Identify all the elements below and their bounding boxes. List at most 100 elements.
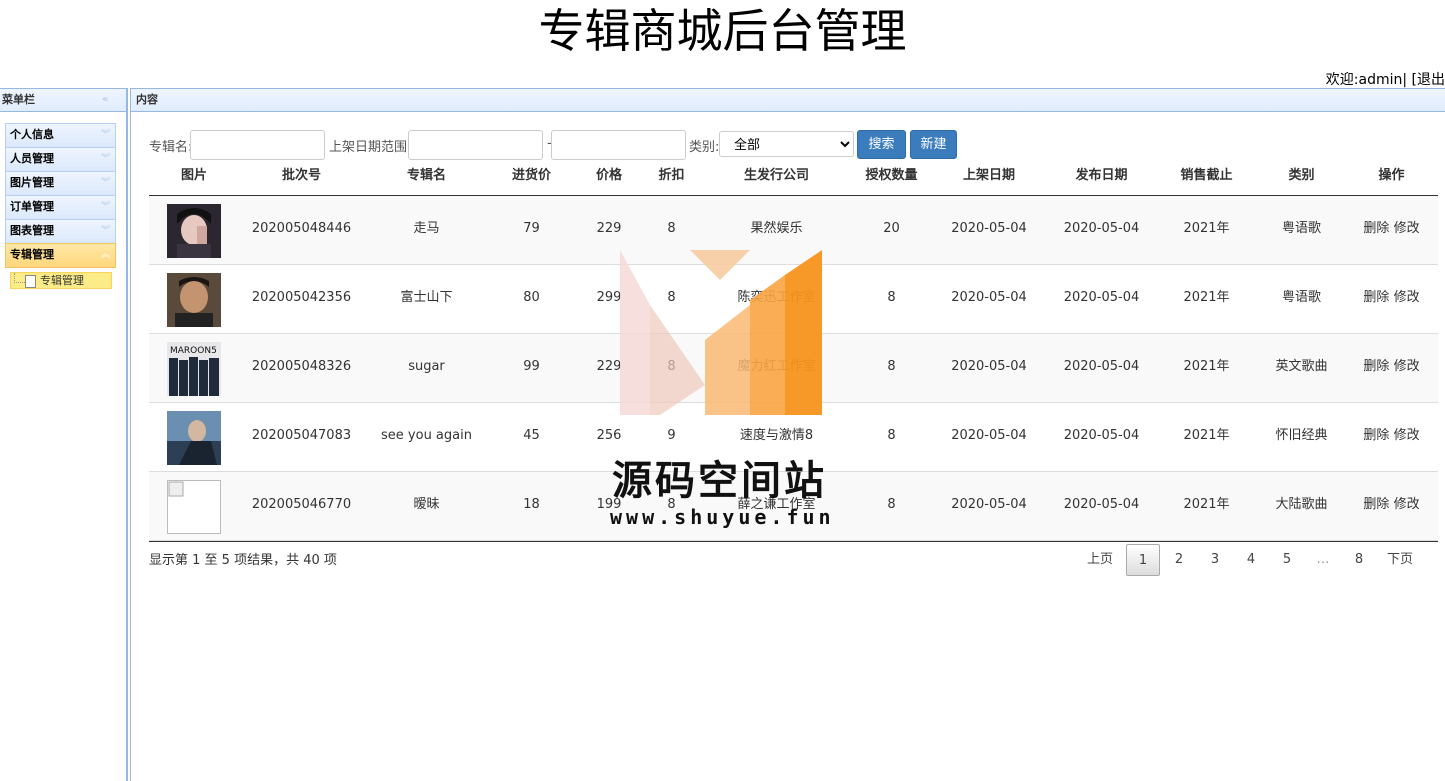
sidebar-title: 菜单栏 [2,93,35,106]
sidebar-item-label: 专辑管理 [10,248,54,261]
cell-category: 大陆歌曲 [1275,497,1328,512]
cell-category: 粤语歌 [1281,221,1321,236]
edit-link[interactable]: 修改 [1394,290,1420,305]
header-batch: 批次号 [281,168,321,183]
watermark-url: www.shuyue.fun [610,505,835,529]
cell-category: 怀旧经典 [1275,428,1328,443]
chevron-down-icon: ︾ [101,202,111,212]
cell-license-count: 8 [887,428,896,443]
table-header: 图片 批次号 专辑名 进货价 价格 折扣 生发行公司 授权数量 上架日期 发布日期 销售截止 类别 操作 [149,163,1438,196]
cell-discount: 8 [667,221,676,236]
sidebar: 菜单栏 « 个人信息 ︾ 人员管理 ︾ 图片管理 ︾ 订单管理 ︾ 图表管理 ︾ 专辑管理… [0,88,128,781]
logout-link[interactable]: [退出 [1412,72,1445,88]
date-to-input[interactable] [551,130,686,160]
cell-batch: 202005046770 [251,497,352,512]
cell-cost-price: 18 [523,497,540,512]
delete-link[interactable]: 删除 [1363,359,1389,374]
watermark-text: 源码空间站 [612,458,827,504]
welcome-bar: 欢迎:admin| [退出 [1326,69,1445,89]
cell-price: 299 [596,290,622,305]
cell-release-date: 2020-05-04 [1063,497,1140,512]
cell-license-count: 20 [883,221,900,236]
date-range-label: 上架日期范围: [329,140,412,155]
cell-release-date: 2020-05-04 [1063,359,1140,374]
cell-release-date: 2020-05-04 [1063,290,1140,305]
page-1-button[interactable]: 1 [1126,544,1160,576]
sidebar-item-label: 订单管理 [10,200,54,213]
search-button[interactable]: 搜索 [857,130,906,159]
pagination-ellipsis: … [1316,552,1330,567]
page-2-button[interactable]: 2 [1162,544,1196,576]
sidebar-subitem-album-management[interactable]: 专辑管理 [10,272,112,289]
cell-album-name: 富士山下 [400,290,453,305]
header-sale-end: 销售截止 [1180,168,1233,183]
chevron-down-icon: ︾ [101,226,111,236]
cell-category: 粤语歌 [1281,290,1321,305]
category-select[interactable]: 全部 [719,131,854,157]
cell-release-date: 2020-05-04 [1063,428,1140,443]
cell-album-name: see you again [381,428,472,443]
new-button[interactable]: 新建 [910,130,957,159]
cell-sale-end: 2021年 [1183,290,1230,305]
sidebar-item-images[interactable]: 图片管理 ︾ [5,171,116,195]
cell-actions: 删除 修改 [1344,472,1439,540]
cell-cost-price: 99 [523,359,540,374]
cell-cost-price: 79 [523,221,540,236]
sidebar-item-users[interactable]: 人员管理 ︾ [5,147,116,171]
cell-actions: 删除 修改 [1344,265,1439,333]
page-3-button[interactable]: 3 [1198,544,1232,576]
delete-link[interactable]: 删除 [1363,221,1389,236]
sidebar-item-label: 个人信息 [10,128,54,141]
edit-link[interactable]: 修改 [1394,221,1420,236]
page-4-button[interactable]: 4 [1234,544,1268,576]
table-row: MAROON5 202005048326 sugar 99 229 8 魔力红工作室 8 202… [149,334,1438,403]
header-discount: 折扣 [658,168,685,183]
header-cost-price: 进货价 [511,168,551,183]
edit-link[interactable]: 修改 [1394,497,1420,512]
delete-link[interactable]: 删除 [1363,290,1389,305]
prev-page-button[interactable]: 上页 [1081,544,1119,576]
sidebar-item-profile[interactable]: 个人信息 ︾ [5,123,116,147]
album-cover-image [167,204,221,258]
cell-company: 陈奕迅工作室 [737,290,816,305]
pagination-info: 显示第 1 至 5 项结果，共 40 项 [149,553,337,568]
header-release-date: 发布日期 [1075,168,1128,183]
tree-line [14,273,25,283]
cell-cost-price: 80 [523,290,540,305]
cell-batch: 202005042356 [251,290,352,305]
edit-link[interactable]: 修改 [1394,428,1420,443]
cell-album-name: 走马 [413,221,440,236]
cell-batch: 202005048446 [251,221,352,236]
edit-link[interactable]: 修改 [1394,359,1420,374]
chevron-up-icon: ︽ [101,250,111,260]
sidebar-subitem-label: 专辑管理 [40,274,84,287]
separator: | [1402,72,1408,88]
chevron-down-icon: ︾ [101,154,111,164]
cell-shelf-date: 2020-05-04 [951,497,1027,512]
sidebar-item-orders[interactable]: 订单管理 ︾ [5,195,116,219]
sidebar-item-label: 图表管理 [10,224,54,237]
cell-shelf-date: 2020-05-04 [951,428,1027,443]
collapse-icon[interactable]: « [102,95,112,105]
date-from-input[interactable] [408,130,543,160]
delete-link[interactable]: 删除 [1363,497,1389,512]
cell-price: 229 [596,221,622,236]
album-cover-image [167,480,221,534]
album-name-input[interactable] [190,130,325,160]
header-price: 价格 [595,168,622,183]
page-8-button[interactable]: 8 [1342,544,1376,576]
header-shelf-date: 上架日期 [962,168,1015,183]
next-page-button[interactable]: 下页 [1381,544,1419,576]
sidebar-item-albums[interactable]: 专辑管理 ︽ [5,243,116,268]
cell-sale-end: 2021年 [1183,359,1230,374]
delete-link[interactable]: 删除 [1363,428,1389,443]
cell-actions: 删除 修改 [1344,403,1439,471]
content-header: 内容 [131,88,1445,112]
content-panel: 内容 专辑名: 上架日期范围: - 类别: 全部 搜索 新建 图片 批次号 专辑名进… [130,88,1445,781]
chevron-down-icon: ︾ [101,130,111,140]
page-title: 专辑商城后台管理 [538,4,907,58]
page-5-button[interactable]: 5 [1270,544,1304,576]
cell-discount: 8 [667,359,676,374]
sidebar-item-charts[interactable]: 图表管理 ︾ [5,219,116,243]
cell-license-count: 8 [887,497,896,512]
